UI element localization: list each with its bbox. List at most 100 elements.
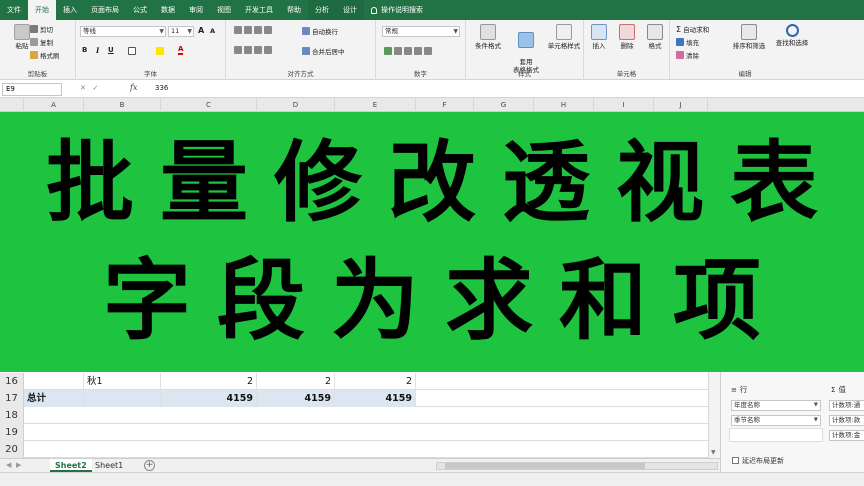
- column-header[interactable]: E: [335, 98, 416, 112]
- cell-c16[interactable]: 2: [161, 373, 257, 390]
- row-header[interactable]: 18: [0, 407, 24, 424]
- scroll-thumb[interactable]: [445, 463, 645, 469]
- tab-formulas[interactable]: 公式: [126, 0, 154, 20]
- insert-cells-button[interactable]: 插入: [584, 24, 614, 50]
- overlay-title-line-1: 批量修改透视表: [45, 130, 844, 234]
- delete-cells-button[interactable]: 删除: [612, 24, 642, 50]
- tab-review[interactable]: 审阅: [182, 0, 210, 20]
- tab-analyze[interactable]: 分析: [308, 0, 336, 20]
- clear-label: 清除: [686, 52, 699, 60]
- cell-d16[interactable]: 2: [257, 373, 335, 390]
- column-header[interactable]: H: [534, 98, 594, 112]
- select-all-corner[interactable]: [0, 98, 24, 112]
- format-cells-label: 格式: [648, 42, 662, 50]
- row-header[interactable]: 19: [0, 424, 24, 441]
- sort-filter-button[interactable]: 排序和筛选: [728, 24, 770, 50]
- find-select-button[interactable]: 查找和选择: [770, 24, 814, 47]
- tab-file[interactable]: 文件: [0, 0, 28, 20]
- tab-developer[interactable]: 开发工具: [238, 0, 280, 20]
- align-bottom-icon: [254, 26, 262, 34]
- row-field-season[interactable]: 季节名称 ▼: [731, 415, 821, 426]
- row-field-year[interactable]: 年度名称 ▼: [731, 400, 821, 411]
- function-icon[interactable]: fx: [130, 83, 137, 92]
- tab-help[interactable]: 帮助: [280, 0, 308, 20]
- cell-a16[interactable]: [24, 373, 84, 390]
- conditional-format-label: 条件格式: [475, 42, 501, 50]
- borders-button[interactable]: [128, 47, 138, 55]
- vertical-scrollbar[interactable]: ▼: [708, 372, 720, 458]
- copy-button[interactable]: 复制: [30, 37, 53, 47]
- underline-button[interactable]: U: [108, 46, 114, 54]
- number-format-select[interactable]: 常规 ▼: [382, 26, 460, 37]
- format-painter-button[interactable]: 格式刷: [30, 50, 60, 60]
- tell-me-search[interactable]: 操作说明搜索: [364, 0, 430, 20]
- prev-sheet-icon[interactable]: ◀: [6, 461, 11, 469]
- tab-page-layout[interactable]: 页面布局: [84, 0, 126, 20]
- shrink-font-button[interactable]: A: [210, 27, 215, 35]
- next-sheet-icon[interactable]: ▶: [16, 461, 21, 469]
- chevron-down-icon[interactable]: ▼: [814, 416, 818, 425]
- fill-color-button[interactable]: [156, 47, 166, 55]
- formula-cancel-enter-icons[interactable]: ✕ ✓: [80, 84, 98, 92]
- cell-a17[interactable]: 总计: [24, 390, 84, 407]
- grow-font-button[interactable]: A: [198, 26, 204, 35]
- column-header[interactable]: A: [24, 98, 84, 112]
- font-size-select[interactable]: 11 ▼: [168, 26, 194, 37]
- cell-e17[interactable]: 4159: [335, 390, 416, 407]
- cell-b17[interactable]: [84, 390, 161, 407]
- font-name-value: 等线: [83, 27, 96, 35]
- wrap-text-button[interactable]: 自动换行: [302, 26, 338, 36]
- table-row: 16 秋1 2 2 2: [0, 373, 720, 390]
- column-header[interactable]: J: [654, 98, 708, 112]
- column-header[interactable]: G: [474, 98, 534, 112]
- align-left-icons[interactable]: [234, 46, 274, 54]
- autosum-button[interactable]: Σ 自动求和: [676, 24, 709, 35]
- fill-button[interactable]: 填充: [676, 37, 699, 47]
- horizontal-scrollbar[interactable]: [436, 462, 718, 470]
- cell-e16[interactable]: 2: [335, 373, 416, 390]
- value-field-3[interactable]: 计数项:金: [829, 430, 864, 441]
- number-format-buttons[interactable]: [384, 47, 434, 55]
- formula-input[interactable]: 336: [155, 84, 168, 92]
- tab-view[interactable]: 视图: [210, 0, 238, 20]
- sheet-tab-sheet1[interactable]: Sheet1: [90, 459, 128, 472]
- styles-group-label: 样式: [518, 70, 531, 78]
- cell-c17[interactable]: 4159: [161, 390, 257, 407]
- column-header[interactable]: F: [416, 98, 474, 112]
- align-top-icons[interactable]: [234, 26, 274, 34]
- column-header[interactable]: D: [257, 98, 335, 112]
- conditional-format-button[interactable]: 条件格式: [468, 24, 508, 50]
- font-name-select[interactable]: 等线 ▼: [80, 26, 166, 37]
- column-header[interactable]: I: [594, 98, 654, 112]
- chevron-down-icon[interactable]: ▼: [814, 401, 818, 410]
- font-color-button[interactable]: A: [178, 45, 184, 55]
- cell-styles-button[interactable]: 单元格样式: [542, 24, 586, 50]
- bold-button[interactable]: B: [82, 46, 87, 54]
- column-header[interactable]: B: [84, 98, 161, 112]
- value-field-1[interactable]: 计数项:通: [829, 400, 864, 411]
- sheet-tab-sheet2[interactable]: Sheet2: [50, 459, 92, 472]
- defer-update-checkbox[interactable]: [732, 457, 739, 464]
- cut-button[interactable]: 剪切: [30, 24, 53, 34]
- tab-data[interactable]: 数据: [154, 0, 182, 20]
- rows-drop-area[interactable]: [729, 428, 823, 442]
- scroll-down-icon[interactable]: ▼: [711, 449, 716, 456]
- clear-button[interactable]: 清除: [676, 50, 699, 60]
- italic-button[interactable]: I: [96, 46, 99, 55]
- row-header[interactable]: 16: [0, 373, 24, 390]
- merge-center-button[interactable]: 合并后居中: [302, 46, 345, 56]
- column-header[interactable]: C: [161, 98, 257, 112]
- cell-d17[interactable]: 4159: [257, 390, 335, 407]
- tab-design[interactable]: 设计: [336, 0, 364, 20]
- name-box[interactable]: E9: [2, 83, 62, 96]
- row-header[interactable]: 20: [0, 441, 24, 458]
- row-header[interactable]: 17: [0, 390, 24, 407]
- find-select-label: 查找和选择: [775, 39, 809, 47]
- tab-home[interactable]: 开始: [28, 0, 56, 20]
- cell-b16[interactable]: 秋1: [84, 373, 161, 390]
- add-sheet-button[interactable]: +: [144, 460, 155, 471]
- format-cells-button[interactable]: 格式: [640, 24, 670, 50]
- value-field-2[interactable]: 计数项:款: [829, 415, 864, 426]
- format-as-table-button[interactable]: 套用 表格格式: [506, 24, 546, 74]
- tab-insert[interactable]: 插入: [56, 0, 84, 20]
